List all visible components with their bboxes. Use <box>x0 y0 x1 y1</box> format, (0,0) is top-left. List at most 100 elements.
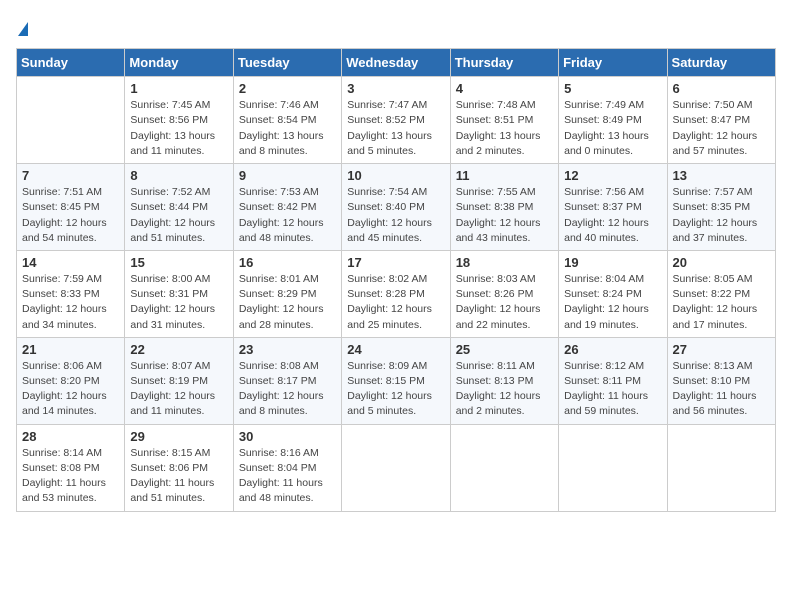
day-number: 28 <box>22 429 119 444</box>
day-info: Sunrise: 7:55 AMSunset: 8:38 PMDaylight:… <box>456 185 553 246</box>
day-info: Sunrise: 7:53 AMSunset: 8:42 PMDaylight:… <box>239 185 336 246</box>
calendar-cell: 29 Sunrise: 8:15 AMSunset: 8:06 PMDayligh… <box>125 424 233 511</box>
day-info: Sunrise: 7:51 AMSunset: 8:45 PMDaylight:… <box>22 185 119 246</box>
day-info: Sunrise: 8:07 AMSunset: 8:19 PMDaylight:… <box>130 359 227 420</box>
day-number: 12 <box>564 168 661 183</box>
calendar-cell: 6 Sunrise: 7:50 AMSunset: 8:47 PMDaylight… <box>667 77 775 164</box>
day-number: 6 <box>673 81 770 96</box>
calendar-cell: 19 Sunrise: 8:04 AMSunset: 8:24 PMDayligh… <box>559 250 667 337</box>
day-info: Sunrise: 7:50 AMSunset: 8:47 PMDaylight:… <box>673 98 770 159</box>
day-number: 5 <box>564 81 661 96</box>
day-number: 19 <box>564 255 661 270</box>
week-row-2: 7Sunrise: 7:51 AMSunset: 8:45 PMDaylight… <box>17 164 776 251</box>
weekday-header-tuesday: Tuesday <box>233 49 341 77</box>
day-number: 21 <box>22 342 119 357</box>
day-info: Sunrise: 8:00 AMSunset: 8:31 PMDaylight:… <box>130 272 227 333</box>
day-info: Sunrise: 7:56 AMSunset: 8:37 PMDaylight:… <box>564 185 661 246</box>
calendar-cell: 15 Sunrise: 8:00 AMSunset: 8:31 PMDayligh… <box>125 250 233 337</box>
day-info: Sunrise: 8:01 AMSunset: 8:29 PMDaylight:… <box>239 272 336 333</box>
calendar-cell: 22 Sunrise: 8:07 AMSunset: 8:19 PMDayligh… <box>125 337 233 424</box>
day-number: 25 <box>456 342 553 357</box>
logo <box>16 16 28 40</box>
week-row-1: 1 Sunrise: 7:45 AMSunset: 8:56 PMDaylight… <box>17 77 776 164</box>
weekday-header-friday: Friday <box>559 49 667 77</box>
day-info: Sunrise: 7:46 AMSunset: 8:54 PMDaylight:… <box>239 98 336 159</box>
day-info: Sunrise: 8:14 AMSunset: 8:08 PMDaylight:… <box>22 446 119 507</box>
day-info: Sunrise: 7:48 AMSunset: 8:51 PMDaylight:… <box>456 98 553 159</box>
weekday-header-thursday: Thursday <box>450 49 558 77</box>
day-info: Sunrise: 7:54 AMSunset: 8:40 PMDaylight:… <box>347 185 444 246</box>
day-info: Sunrise: 7:47 AMSunset: 8:52 PMDaylight:… <box>347 98 444 159</box>
day-info: Sunrise: 8:11 AMSunset: 8:13 PMDaylight:… <box>456 359 553 420</box>
day-number: 10 <box>347 168 444 183</box>
day-info: Sunrise: 8:15 AMSunset: 8:06 PMDaylight:… <box>130 446 227 507</box>
week-row-4: 21 Sunrise: 8:06 AMSunset: 8:20 PMDayligh… <box>17 337 776 424</box>
calendar-cell: 21 Sunrise: 8:06 AMSunset: 8:20 PMDayligh… <box>17 337 125 424</box>
calendar-table: SundayMondayTuesdayWednesdayThursdayFrid… <box>16 48 776 511</box>
day-info: Sunrise: 8:12 AMSunset: 8:11 PMDaylight:… <box>564 359 661 420</box>
day-number: 29 <box>130 429 227 444</box>
calendar-cell: 25 Sunrise: 8:11 AMSunset: 8:13 PMDayligh… <box>450 337 558 424</box>
day-info: Sunrise: 8:16 AMSunset: 8:04 PMDaylight:… <box>239 446 336 507</box>
calendar-cell: 12 Sunrise: 7:56 AMSunset: 8:37 PMDayligh… <box>559 164 667 251</box>
day-number: 8 <box>130 168 227 183</box>
calendar-cell <box>450 424 558 511</box>
day-number: 30 <box>239 429 336 444</box>
page-header <box>16 16 776 40</box>
day-number: 18 <box>456 255 553 270</box>
day-number: 13 <box>673 168 770 183</box>
day-info: Sunrise: 8:05 AMSunset: 8:22 PMDaylight:… <box>673 272 770 333</box>
calendar-cell <box>559 424 667 511</box>
day-info: Sunrise: 7:59 AMSunset: 8:33 PMDaylight:… <box>22 272 119 333</box>
day-info: Sunrise: 7:45 AMSunset: 8:56 PMDaylight:… <box>130 98 227 159</box>
weekday-header-saturday: Saturday <box>667 49 775 77</box>
calendar-cell: 2 Sunrise: 7:46 AMSunset: 8:54 PMDaylight… <box>233 77 341 164</box>
day-info: Sunrise: 8:13 AMSunset: 8:10 PMDaylight:… <box>673 359 770 420</box>
day-number: 11 <box>456 168 553 183</box>
week-row-3: 14 Sunrise: 7:59 AMSunset: 8:33 PMDayligh… <box>17 250 776 337</box>
day-number: 17 <box>347 255 444 270</box>
day-number: 1 <box>130 81 227 96</box>
calendar-cell: 14 Sunrise: 7:59 AMSunset: 8:33 PMDayligh… <box>17 250 125 337</box>
calendar-cell: 28 Sunrise: 8:14 AMSunset: 8:08 PMDayligh… <box>17 424 125 511</box>
day-info: Sunrise: 8:03 AMSunset: 8:26 PMDaylight:… <box>456 272 553 333</box>
calendar-cell <box>342 424 450 511</box>
day-info: Sunrise: 8:08 AMSunset: 8:17 PMDaylight:… <box>239 359 336 420</box>
calendar-cell: 13Sunrise: 7:57 AMSunset: 8:35 PMDayligh… <box>667 164 775 251</box>
calendar-cell: 27 Sunrise: 8:13 AMSunset: 8:10 PMDayligh… <box>667 337 775 424</box>
calendar-cell: 30 Sunrise: 8:16 AMSunset: 8:04 PMDayligh… <box>233 424 341 511</box>
day-info: Sunrise: 8:06 AMSunset: 8:20 PMDaylight:… <box>22 359 119 420</box>
day-number: 24 <box>347 342 444 357</box>
calendar-cell <box>667 424 775 511</box>
calendar-cell: 4 Sunrise: 7:48 AMSunset: 8:51 PMDaylight… <box>450 77 558 164</box>
day-number: 2 <box>239 81 336 96</box>
calendar-cell: 7Sunrise: 7:51 AMSunset: 8:45 PMDaylight… <box>17 164 125 251</box>
day-number: 3 <box>347 81 444 96</box>
day-number: 9 <box>239 168 336 183</box>
day-number: 15 <box>130 255 227 270</box>
calendar-cell: 5Sunrise: 7:49 AMSunset: 8:49 PMDaylight… <box>559 77 667 164</box>
day-info: Sunrise: 8:09 AMSunset: 8:15 PMDaylight:… <box>347 359 444 420</box>
calendar-cell: 9 Sunrise: 7:53 AMSunset: 8:42 PMDaylight… <box>233 164 341 251</box>
weekday-header-sunday: Sunday <box>17 49 125 77</box>
day-number: 20 <box>673 255 770 270</box>
day-info: Sunrise: 8:04 AMSunset: 8:24 PMDaylight:… <box>564 272 661 333</box>
calendar-cell: 1 Sunrise: 7:45 AMSunset: 8:56 PMDaylight… <box>125 77 233 164</box>
day-number: 27 <box>673 342 770 357</box>
day-info: Sunrise: 8:02 AMSunset: 8:28 PMDaylight:… <box>347 272 444 333</box>
day-number: 22 <box>130 342 227 357</box>
calendar-cell: 8 Sunrise: 7:52 AMSunset: 8:44 PMDaylight… <box>125 164 233 251</box>
calendar-cell <box>17 77 125 164</box>
calendar-cell: 18 Sunrise: 8:03 AMSunset: 8:26 PMDayligh… <box>450 250 558 337</box>
weekday-header-monday: Monday <box>125 49 233 77</box>
calendar-cell: 17 Sunrise: 8:02 AMSunset: 8:28 PMDayligh… <box>342 250 450 337</box>
calendar-cell: 26Sunrise: 8:12 AMSunset: 8:11 PMDayligh… <box>559 337 667 424</box>
calendar-cell: 16Sunrise: 8:01 AMSunset: 8:29 PMDayligh… <box>233 250 341 337</box>
calendar-cell: 10 Sunrise: 7:54 AMSunset: 8:40 PMDayligh… <box>342 164 450 251</box>
day-number: 14 <box>22 255 119 270</box>
day-number: 4 <box>456 81 553 96</box>
calendar-cell: 23Sunrise: 8:08 AMSunset: 8:17 PMDayligh… <box>233 337 341 424</box>
weekday-header-row: SundayMondayTuesdayWednesdayThursdayFrid… <box>17 49 776 77</box>
day-info: Sunrise: 7:52 AMSunset: 8:44 PMDaylight:… <box>130 185 227 246</box>
weekday-header-wednesday: Wednesday <box>342 49 450 77</box>
